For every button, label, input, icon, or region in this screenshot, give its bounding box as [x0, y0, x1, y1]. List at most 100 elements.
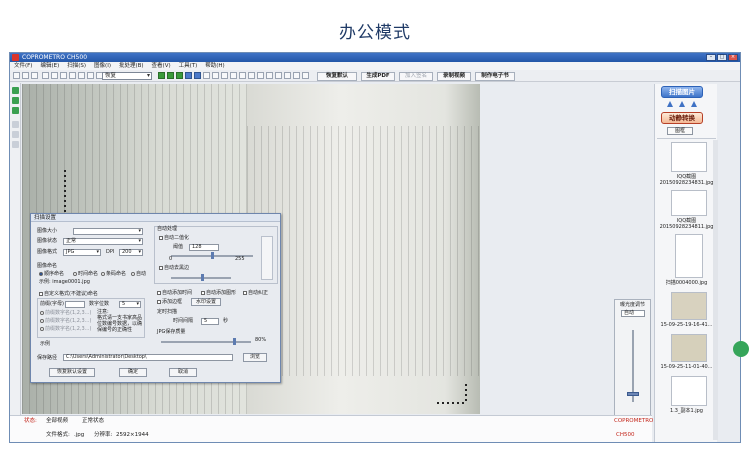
rotate-left-icon[interactable]	[185, 72, 192, 79]
add-graphic-checkbox[interactable]: 自动添加图形	[201, 290, 236, 297]
sharpen-icon[interactable]	[257, 72, 264, 79]
deskew-icon[interactable]	[239, 72, 246, 79]
text-icon[interactable]	[302, 72, 309, 79]
arrow-up-icon[interactable]	[667, 101, 673, 107]
generate-pdf-button[interactable]: 生成PDF	[361, 72, 395, 81]
pointer-icon[interactable]	[12, 121, 19, 128]
thumbnail[interactable]	[671, 334, 707, 362]
dpi-select[interactable]: 200	[119, 249, 143, 256]
restore-defaults-button[interactable]: 恢复默认设置	[49, 368, 95, 377]
sub-option-radio[interactable]: 前缀数字名(1,2,3...)	[40, 310, 91, 317]
thumbnail[interactable]	[671, 142, 707, 172]
digits-select[interactable]: 5	[119, 301, 141, 308]
flip-icon[interactable]	[212, 72, 219, 79]
exposure-slider-knob[interactable]	[627, 392, 639, 396]
restore-default-button[interactable]: 恢复默认	[317, 72, 357, 81]
custom-naming-checkbox[interactable]: 自定义格式(不建议)命名	[39, 291, 98, 298]
close-icon[interactable]: ×	[728, 54, 738, 61]
add-border-checkbox[interactable]: 添加边框	[157, 299, 182, 306]
make-ebook-button[interactable]: 制作电子书	[475, 72, 515, 81]
split-icon[interactable]	[266, 72, 273, 79]
merge-icon[interactable]	[275, 72, 282, 79]
border-icon[interactable]	[248, 72, 255, 79]
crop-marker	[465, 384, 467, 404]
menu-batch[interactable]: 批处理(B)	[119, 62, 144, 70]
menu-view[interactable]: 查看(V)	[152, 62, 171, 70]
app-window: COPROMETRO CH500 – □ × 文件(F) 编辑(E) 扫描(S)…	[9, 52, 741, 443]
save-path-input[interactable]: C:\Users\Administrator\Desktop\	[63, 354, 233, 361]
add-time-checkbox[interactable]: 自动添加时间	[157, 290, 192, 297]
thumbnail[interactable]	[671, 376, 707, 406]
browse-button[interactable]: 浏览	[243, 353, 267, 362]
fit-icon[interactable]	[158, 72, 165, 79]
menu-file[interactable]: 文件(F)	[14, 62, 32, 70]
ok-button[interactable]: 确定	[119, 368, 147, 377]
image-size-select[interactable]	[73, 228, 143, 235]
move-icon[interactable]	[176, 72, 183, 79]
select-icon[interactable]	[12, 131, 19, 138]
menu-scan[interactable]: 扫描(S)	[67, 62, 86, 70]
new-icon[interactable]	[13, 72, 20, 79]
frame-button[interactable]: 图框	[667, 127, 693, 135]
menu-help[interactable]: 帮助(H)	[205, 62, 224, 70]
undo-icon[interactable]	[87, 72, 94, 79]
scan-image-button[interactable]: 扫描图片	[661, 86, 703, 98]
gray-icon[interactable]	[221, 72, 228, 79]
auto-deblack-checkbox[interactable]: 自动去黑边	[159, 265, 189, 272]
image-format-select[interactable]: JPG	[63, 249, 101, 256]
thumbnail[interactable]	[675, 234, 703, 278]
auto-mode-icon[interactable]	[12, 107, 19, 114]
save-icon[interactable]	[31, 72, 38, 79]
thumbnail-scrollbar[interactable]	[713, 140, 718, 440]
record-video-button[interactable]: 录制视频	[437, 72, 471, 81]
range-min: 0	[169, 256, 173, 262]
prefix-input[interactable]	[65, 301, 85, 308]
exposure-select[interactable]: 自动	[621, 310, 645, 317]
image-state-select[interactable]: 正常	[63, 238, 143, 245]
arrow-up-icon[interactable]	[679, 101, 685, 107]
menu-image[interactable]: 图像(I)	[94, 62, 111, 70]
arrow-up-icon[interactable]	[691, 101, 697, 107]
print-icon[interactable]	[78, 72, 85, 79]
minimize-icon[interactable]: –	[706, 54, 716, 61]
cut-icon[interactable]	[42, 72, 49, 79]
draw-icon[interactable]	[12, 141, 19, 148]
menu-tools[interactable]: 工具(T)	[179, 62, 198, 70]
status-item: 正常状态	[82, 418, 105, 424]
binarize-icon[interactable]	[230, 72, 237, 79]
thumbnail[interactable]	[671, 190, 707, 216]
auto-correct-checkbox[interactable]: 自动纠正	[243, 290, 268, 297]
naming-barcode-radio[interactable]: 条码命名	[101, 271, 126, 278]
naming-time-radio[interactable]: 时间命名	[73, 271, 98, 278]
add-signature-button[interactable]: 加入签名	[399, 72, 433, 81]
cancel-button[interactable]: 取消	[169, 368, 197, 377]
photo-mode-icon[interactable]	[12, 97, 19, 104]
video-mode-icon[interactable]	[12, 87, 19, 94]
interval-input[interactable]: 5	[201, 318, 219, 325]
mode-select[interactable]: 恢复	[102, 72, 152, 80]
menu-edit[interactable]: 编辑(E)	[40, 62, 59, 70]
floating-action-button[interactable]	[733, 341, 749, 357]
watermark-icon[interactable]	[284, 72, 291, 79]
sub-option-radio[interactable]: 前缀数字名(1,2,3...)	[40, 326, 91, 333]
maximize-icon[interactable]: □	[717, 54, 727, 61]
watermark-settings-button[interactable]: 水印设置	[191, 298, 221, 306]
thumbnail[interactable]	[671, 292, 707, 320]
jpeg-quality-slider[interactable]	[161, 338, 251, 345]
copy-icon[interactable]	[51, 72, 58, 79]
auto-binarize-checkbox[interactable]: 自动二值化	[159, 235, 189, 242]
open-icon[interactable]	[22, 72, 29, 79]
ocr-icon[interactable]	[293, 72, 300, 79]
rotate-right-icon[interactable]	[194, 72, 201, 79]
threshold-input[interactable]: 128	[189, 244, 219, 251]
naming-sequential-radio[interactable]: 顺序命名	[39, 271, 64, 278]
motion-convert-button[interactable]: 动静转换	[661, 112, 703, 124]
crop-icon[interactable]	[203, 72, 210, 79]
window-titlebar[interactable]: COPROMETRO CH500 – □ ×	[10, 53, 740, 62]
naming-auto-radio[interactable]: 自动	[131, 271, 146, 278]
paste-icon[interactable]	[60, 72, 67, 79]
zoom-icon[interactable]	[167, 72, 174, 79]
deblack-slider[interactable]	[171, 274, 231, 281]
sub-option-radio[interactable]: 前缀数字名(1,2,3...)	[40, 318, 91, 325]
delete-icon[interactable]	[69, 72, 76, 79]
